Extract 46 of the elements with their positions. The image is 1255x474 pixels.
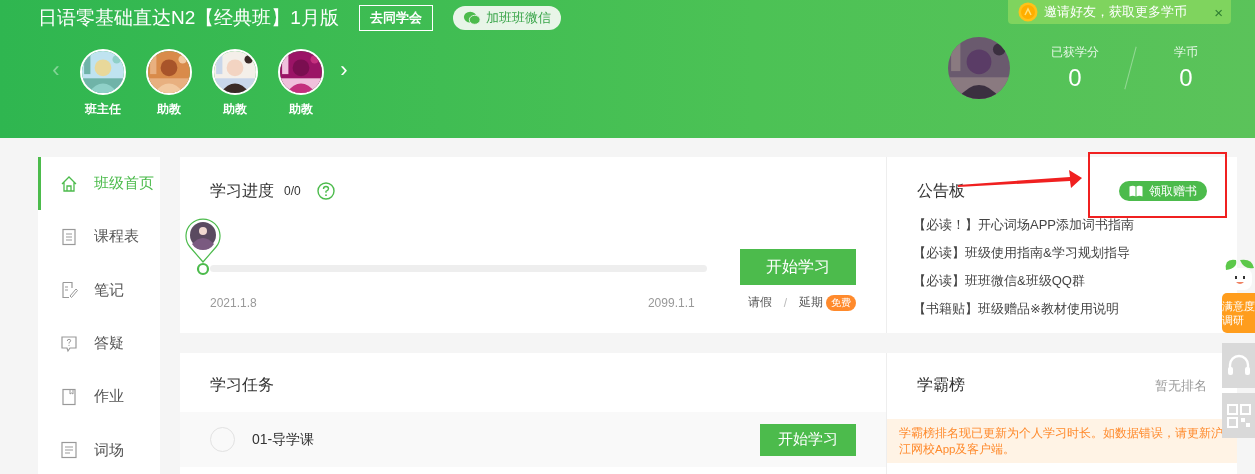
sidebar-item[interactable]: 答疑 [38,317,160,371]
notice-link[interactable]: 【必读！】开心词场APP添加词书指南 [913,211,1207,239]
section-title: 公告板 [917,180,965,201]
sidebar-item[interactable]: 作业 [38,370,160,424]
ranking-status: 暂无排名 [1155,376,1207,395]
stat-value: 0 [1179,64,1193,92]
notice-link[interactable]: 【书籍贴】班级赠品※教材使用说明 [913,295,1207,323]
staff-role: 班主任 [85,101,121,118]
stat-label: 已获学分 [1051,44,1099,61]
progress-count: 0/0 [284,184,301,198]
ranking-notice: 学霸榜排名现已更新为个人学习时长。如数据错误，请更新沪江网校App及客户端。 [887,419,1237,463]
question-icon [60,334,78,353]
sidebar-item[interactable]: 笔记 [38,263,160,317]
sidebar-item[interactable]: 课程表 [38,210,160,264]
end-date: 2099.1.1 [647,295,695,310]
book-icon [60,387,78,406]
staff-role: 助教 [289,101,313,118]
stat-value: 0 [1068,64,1082,92]
separator: / [783,295,787,310]
qr-code-icon [1225,402,1252,429]
document-icon [60,228,78,246]
book-icon [1129,185,1143,197]
section-title: 学习任务 [210,375,274,395]
support-button[interactable] [1222,343,1255,388]
free-badge: 免费 [826,294,856,311]
invite-text: 邀请好友，获取更多学币 [1044,3,1187,21]
staff-role: 助教 [223,101,247,118]
notice-link[interactable]: 【必读】班级使用指南&学习规划指导 [913,239,1207,267]
staff-role: 助教 [157,101,181,118]
qr-code-button[interactable] [1222,393,1255,438]
course-title: 日语零基础直达N2【经典班】1月版 [38,6,339,30]
start-date: 2021.1.8 [210,295,257,310]
stat-label: 学币 [1174,44,1198,61]
note-icon [60,281,78,300]
section-title: 学习进度 [210,180,274,201]
leave-link[interactable]: 请假 [747,294,772,311]
sidebar-item[interactable]: 词场 [38,423,160,474]
coin-icon [1018,2,1038,22]
notice-link[interactable]: 【必读】班班微信&班级QQ群 [913,267,1207,295]
home-icon [60,174,78,193]
document-icon [60,441,78,460]
extend-link[interactable]: 延期 [799,294,823,311]
chat-bubbles-icon [462,9,481,27]
help-icon[interactable] [316,182,335,200]
section-title: 学霸榜 [917,375,965,395]
task-name: 01-导学课 [252,430,315,449]
